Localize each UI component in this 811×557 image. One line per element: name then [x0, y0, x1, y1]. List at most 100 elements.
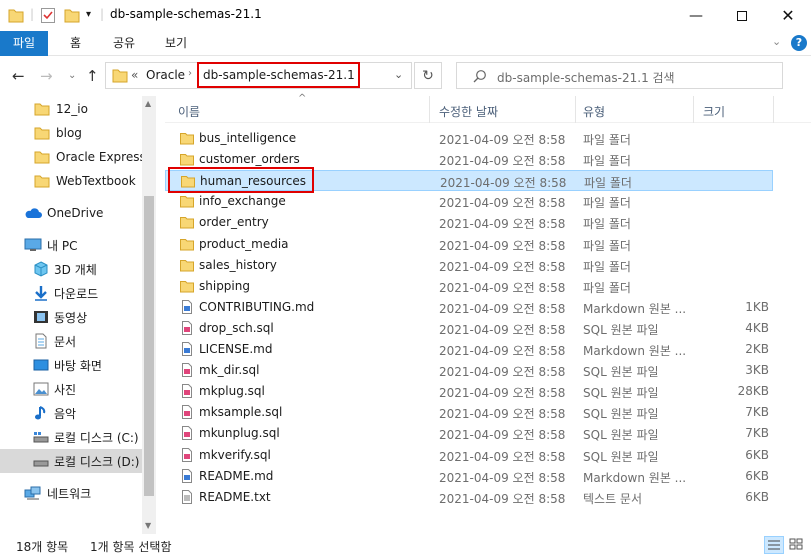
back-button[interactable]: ← — [12, 67, 25, 85]
maximize-button[interactable] — [719, 0, 765, 31]
details-view-button[interactable] — [764, 536, 784, 554]
forward-button[interactable]: → — [40, 67, 53, 85]
folder-icon — [180, 258, 194, 272]
file-row[interactable]: mk_dir.sql 2021-04-09 오전 8:58 SQL 원본 파일 3KB — [165, 360, 773, 381]
maximize-icon — [737, 10, 747, 21]
tab-home[interactable]: 홈 — [58, 31, 93, 56]
scroll-down-icon[interactable]: ▼ — [145, 521, 151, 530]
search-icon — [473, 70, 486, 83]
nav-item-videos[interactable]: 동영상 — [0, 305, 142, 329]
nav-item-local-disk-c[interactable]: 로컬 디스크 (C:) — [0, 425, 142, 449]
file-row[interactable]: sales_history 2021-04-09 오전 8:58 파일 폴더 — [165, 255, 773, 276]
nav-item-documents[interactable]: 문서 — [0, 329, 142, 353]
file-row[interactable]: bus_intelligence 2021-04-09 오전 8:58 파일 폴더 — [165, 128, 773, 149]
file-name: mksample.sql — [199, 405, 283, 419]
properties-icon[interactable] — [40, 7, 56, 24]
nav-item-downloads[interactable]: 다운로드 — [0, 281, 142, 305]
nav-item-music[interactable]: 음악 — [0, 401, 142, 425]
file-date: 2021-04-09 오전 8:58 — [439, 365, 566, 379]
address-dropdown-icon[interactable]: ⌄ — [394, 68, 403, 81]
file-row[interactable]: LICENSE.md 2021-04-09 오전 8:58 Markdown 원본 … — [165, 339, 773, 360]
folder-icon — [112, 69, 128, 83]
file-type: 파일 폴더 — [583, 260, 631, 274]
sort-ascending-icon: ^ — [298, 93, 307, 104]
file-date: 2021-04-09 오전 8:58 — [439, 302, 566, 316]
column-size[interactable]: 크기 — [703, 103, 725, 120]
file-row[interactable]: order_entry 2021-04-09 오전 8:58 파일 폴더 — [165, 212, 773, 233]
new-folder-icon[interactable] — [64, 7, 80, 24]
sql-file-icon — [180, 321, 194, 335]
file-type: SQL 원본 파일 — [583, 386, 659, 400]
column-name[interactable]: 이름 — [178, 103, 200, 120]
file-date: 2021-04-09 오전 8:58 — [439, 196, 566, 210]
nav-item-local-disk-d[interactable]: 로컬 디스크 (D:) — [0, 449, 142, 473]
folder-icon — [180, 131, 194, 145]
sql-file-icon — [180, 448, 194, 462]
breadcrumb-oracle[interactable]: Oracle — [146, 68, 185, 82]
folder-icon — [180, 237, 194, 251]
file-row[interactable]: README.md 2021-04-09 오전 8:58 Markdown 원본 .… — [165, 466, 773, 487]
search-box[interactable]: db-sample-schemas-21.1 검색 — [456, 62, 783, 89]
refresh-button[interactable]: ↻ — [414, 62, 442, 89]
tab-view[interactable]: 보기 — [153, 31, 199, 56]
recent-locations-button[interactable]: ⌄ — [68, 70, 76, 81]
expand-ribbon-icon[interactable]: ⌄ — [772, 35, 781, 48]
file-date: 2021-04-09 오전 8:58 — [439, 428, 566, 442]
file-date: 2021-04-09 오전 8:58 — [439, 407, 566, 421]
file-type: SQL 원본 파일 — [583, 323, 659, 337]
sql-file-icon — [180, 405, 194, 419]
minimize-button[interactable]: — — [673, 0, 719, 31]
file-name: mkplug.sql — [199, 384, 265, 398]
file-type: 파일 폴더 — [584, 176, 632, 190]
nav-item-oracle-express[interactable]: Oracle Express 2 — [0, 145, 142, 169]
file-date: 2021-04-09 오전 8:58 — [439, 133, 566, 147]
file-row[interactable]: mkplug.sql 2021-04-09 오전 8:58 SQL 원본 파일 28K… — [165, 381, 773, 402]
file-row[interactable]: mksample.sql 2021-04-09 오전 8:58 SQL 원본 파일 7… — [165, 402, 773, 423]
column-date[interactable]: 수정한 날짜 — [439, 103, 498, 120]
nav-item-network[interactable]: 네트워크 — [0, 481, 142, 505]
file-name: bus_intelligence — [199, 131, 297, 145]
file-row[interactable]: shipping 2021-04-09 오전 8:58 파일 폴더 — [165, 276, 773, 297]
file-name: README.txt — [199, 490, 271, 504]
file-row[interactable]: README.txt 2021-04-09 오전 8:58 텍스트 문서 6KB — [165, 487, 773, 508]
tab-share[interactable]: 공유 — [101, 31, 147, 56]
nav-scrollbar-thumb[interactable] — [144, 196, 154, 496]
folder-icon — [34, 175, 50, 188]
nav-item-blog[interactable]: blog — [0, 121, 142, 145]
nav-item-pictures[interactable]: 사진 — [0, 377, 142, 401]
markdown-file-icon — [180, 342, 194, 356]
navigation-bar: ← → ⌄ ↑ « Oracle › db-sample-schemas-21.… — [0, 56, 811, 96]
up-button[interactable]: ↑ — [86, 67, 99, 85]
scroll-up-icon[interactable]: ▲ — [145, 99, 151, 108]
file-row[interactable]: drop_sch.sql 2021-04-09 오전 8:58 SQL 원본 파일 4… — [165, 318, 773, 339]
file-type: 파일 폴더 — [583, 133, 631, 147]
nav-item-3d-objects[interactable]: 3D 개체 — [0, 257, 142, 281]
tab-file[interactable]: 파일 — [0, 31, 48, 56]
file-date: 2021-04-09 오전 8:58 — [439, 471, 566, 485]
file-type: 파일 폴더 — [583, 196, 631, 210]
nav-item-onedrive[interactable]: OneDrive — [0, 201, 142, 225]
breadcrumb-overflow[interactable]: « — [131, 68, 138, 82]
file-row[interactable]: mkunplug.sql 2021-04-09 오전 8:58 SQL 원본 파일 7… — [165, 423, 773, 444]
customize-toolbar-icon[interactable]: ▾ — [86, 9, 91, 26]
help-icon[interactable]: ? — [791, 35, 807, 51]
file-row[interactable]: info_exchange 2021-04-09 오전 8:58 파일 폴더 — [165, 191, 773, 212]
pc-icon — [24, 238, 42, 251]
file-date: 2021-04-09 오전 8:58 — [439, 492, 566, 506]
file-size: 7KB — [745, 426, 769, 440]
column-type[interactable]: 유형 — [583, 103, 605, 120]
file-date: 2021-04-09 오전 8:58 — [439, 217, 566, 231]
refresh-icon: ↻ — [422, 67, 434, 84]
file-row[interactable]: CONTRIBUTING.md 2021-04-09 오전 8:58 Markdow… — [165, 297, 773, 318]
large-icons-view-button[interactable] — [787, 536, 807, 554]
close-button[interactable]: ✕ — [765, 0, 811, 31]
file-name: CONTRIBUTING.md — [199, 300, 315, 314]
nav-item-webtextbook[interactable]: WebTextbook — [0, 169, 142, 193]
nav-item-desktop[interactable]: 바탕 화면 — [0, 353, 142, 377]
close-icon: ✕ — [781, 6, 795, 25]
nav-item-this-pc[interactable]: 내 PC — [0, 233, 142, 257]
file-type: SQL 원본 파일 — [583, 365, 659, 379]
nav-item-12-io[interactable]: 12_io — [0, 97, 142, 121]
file-row[interactable]: mkverify.sql 2021-04-09 오전 8:58 SQL 원본 파일 6… — [165, 445, 773, 466]
file-row[interactable]: product_media 2021-04-09 오전 8:58 파일 폴더 — [165, 234, 773, 255]
